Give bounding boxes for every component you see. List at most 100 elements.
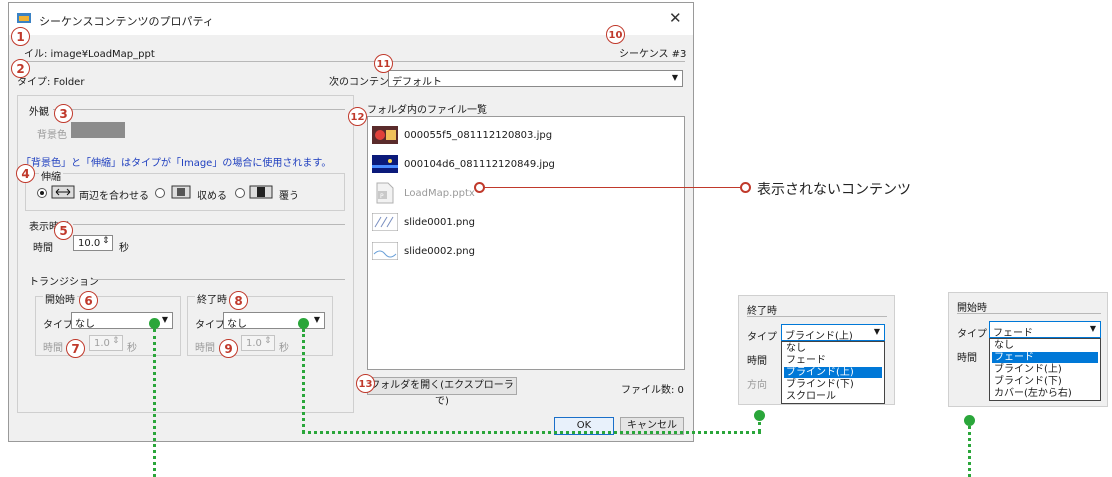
badge-12: 12 (348, 107, 367, 126)
badge-8: 8 (229, 291, 248, 310)
sequence-label: シーケンス #3 (619, 49, 687, 60)
list-item[interactable]: P LoadMap.pptx (372, 182, 672, 204)
file-name-hidden: LoadMap.pptx (404, 188, 475, 199)
stretch-group-label: 伸縮 (39, 168, 63, 183)
list-item[interactable]: slide0001.png (372, 211, 672, 233)
dropdown-option-selected[interactable]: フェード (992, 352, 1098, 363)
connector-line (302, 431, 761, 434)
badge-10: 10 (606, 25, 625, 44)
list-item[interactable]: 000104d6_081112120849.jpg (372, 153, 672, 175)
appearance-rule (53, 109, 345, 110)
stretch-option-cover: 覆う (279, 191, 299, 202)
stretch-cover-radio[interactable] (235, 188, 245, 198)
dropdown-option[interactable]: ブラインド(上) (992, 364, 1064, 375)
end-panel-dropdown[interactable]: なし フェード ブラインド(上) ブラインド(下) スクロール (781, 341, 885, 404)
callout-line (480, 187, 740, 188)
stretch-option-fit-both: 両辺を合わせる (79, 191, 149, 202)
connector-dot-end-combo (298, 318, 309, 329)
bgcolor-swatch[interactable] (71, 122, 125, 138)
badge-5: 5 (54, 221, 73, 240)
end-time-stepper[interactable]: 1.0 ⇕ (241, 335, 275, 351)
callout-end-dot (740, 182, 751, 193)
start-transition-panel: 開始時 タイプ フェード ▼ 時間 なし フェード ブラインド(上) ブラインド… (948, 292, 1108, 407)
stretch-fit-radio[interactable] (155, 188, 165, 198)
dropdown-option[interactable]: ブラインド(下) (992, 376, 1064, 387)
end-time-label: 時間 (195, 343, 215, 354)
close-icon[interactable]: ✕ (669, 9, 682, 27)
start-panel-dropdown[interactable]: なし フェード ブラインド(上) ブラインド(下) カバー(左から右) (989, 338, 1101, 401)
next-content-value: デフォルト (392, 77, 442, 88)
stretch-cover-icon (249, 185, 273, 199)
end-panel-title: 終了時 (747, 306, 777, 317)
badge-3: 3 (54, 104, 73, 123)
chevron-down-icon: ▼ (161, 315, 168, 324)
time-label: 時間 (33, 243, 53, 254)
start-time-value: 1.0 (94, 338, 110, 349)
list-item[interactable]: 000055f5_081112120803.jpg (372, 124, 672, 146)
start-panel-time-label: 時間 (957, 353, 977, 364)
start-time-stepper[interactable]: 1.0 ⇕ (89, 335, 123, 351)
badge-7: 7 (66, 339, 85, 358)
end-panel-rule (747, 316, 887, 317)
chevron-down-icon: ▼ (313, 315, 320, 324)
display-time-rule (73, 224, 345, 225)
open-folder-button[interactable]: フォルダを開く(エクスプローラで) (367, 377, 517, 407)
start-panel-title: 開始時 (957, 303, 987, 314)
badge-1: 1 (11, 27, 30, 46)
callout-text: 表示されないコンテンツ (757, 182, 911, 198)
list-item[interactable]: slide0002.png (372, 240, 672, 262)
bgcolor-label: 背景色 (37, 130, 67, 141)
connector-dot-end-panel (754, 410, 765, 421)
next-content-select[interactable]: デフォルト ▼ (388, 70, 683, 88)
start-panel-type-select[interactable]: フェード ▼ (989, 321, 1101, 339)
end-type-select[interactable]: なし ▼ (223, 312, 325, 330)
dropdown-option[interactable]: フェード (784, 355, 828, 366)
dropdown-option[interactable]: なし (784, 343, 808, 354)
dropdown-option[interactable]: ブラインド(下) (784, 379, 856, 390)
end-transition-panel: 終了時 タイプ ブラインド(上) ▼ 時間 方向 なし フェード ブラインド(上… (738, 295, 895, 405)
connector-dot-start-combo (149, 318, 160, 329)
connector-line (153, 329, 156, 477)
badge-6: 6 (79, 291, 98, 310)
file-list[interactable]: 000055f5_081112120803.jpg 000104d6_08111… (367, 116, 685, 370)
pptx-file-icon: P (376, 182, 394, 204)
file-count: ファイル数: 0 (621, 385, 684, 396)
display-time-value: 10.0 (78, 238, 101, 249)
connector-dot-start-panel (964, 415, 975, 426)
end-time-value: 1.0 (246, 338, 262, 349)
end-time-unit: 秒 (279, 343, 289, 354)
file-label: イル: image¥LoadMap_ppt (24, 49, 155, 60)
end-panel-type-label: タイプ (747, 332, 777, 343)
usage-note: 「背景色」と「伸縮」はタイプが「Image」の場合に使用されます。 (21, 158, 332, 169)
badge-2: 2 (11, 59, 30, 78)
badge-9: 9 (219, 339, 238, 358)
start-panel-type-label: タイプ (957, 329, 987, 340)
start-time-unit: 秒 (127, 343, 137, 354)
time-unit: 秒 (119, 243, 129, 254)
spin-arrows-icon: ⇕ (112, 336, 120, 346)
dropdown-option[interactable]: スクロール (784, 391, 838, 402)
start-panel-selected: フェード (993, 328, 1033, 339)
dropdown-option[interactable]: なし (992, 340, 1016, 351)
stretch-fit-both-radio[interactable] (37, 188, 47, 198)
dropdown-option[interactable]: カバー(左から右) (992, 388, 1074, 399)
chevron-down-icon: ▼ (873, 327, 880, 336)
callout-start-dot (474, 182, 485, 193)
chevron-down-icon: ▼ (1089, 324, 1096, 333)
start-type-value: なし (75, 319, 95, 330)
app-icon (17, 13, 31, 23)
transition-label: トランジション (27, 273, 101, 288)
properties-dialog: シーケンスコンテンツのプロパティ ✕ イル: image¥LoadMap_ppt… (8, 2, 694, 442)
svg-text:P: P (380, 193, 384, 200)
end-panel-type-select[interactable]: ブラインド(上) ▼ (781, 324, 885, 342)
file-name: slide0002.png (404, 246, 475, 257)
spin-arrows-icon: ⇕ (102, 236, 110, 246)
image-thumbnail-icon (372, 155, 398, 173)
dropdown-option-selected[interactable]: ブラインド(上) (784, 367, 882, 378)
file-name: 000055f5_081112120803.jpg (404, 130, 553, 141)
spin-arrows-icon: ⇕ (264, 336, 272, 346)
connector-line (968, 426, 971, 477)
display-time-stepper[interactable]: 10.0 ⇕ (73, 235, 113, 251)
transition-rule (91, 279, 345, 280)
badge-13: 13 (356, 374, 375, 393)
